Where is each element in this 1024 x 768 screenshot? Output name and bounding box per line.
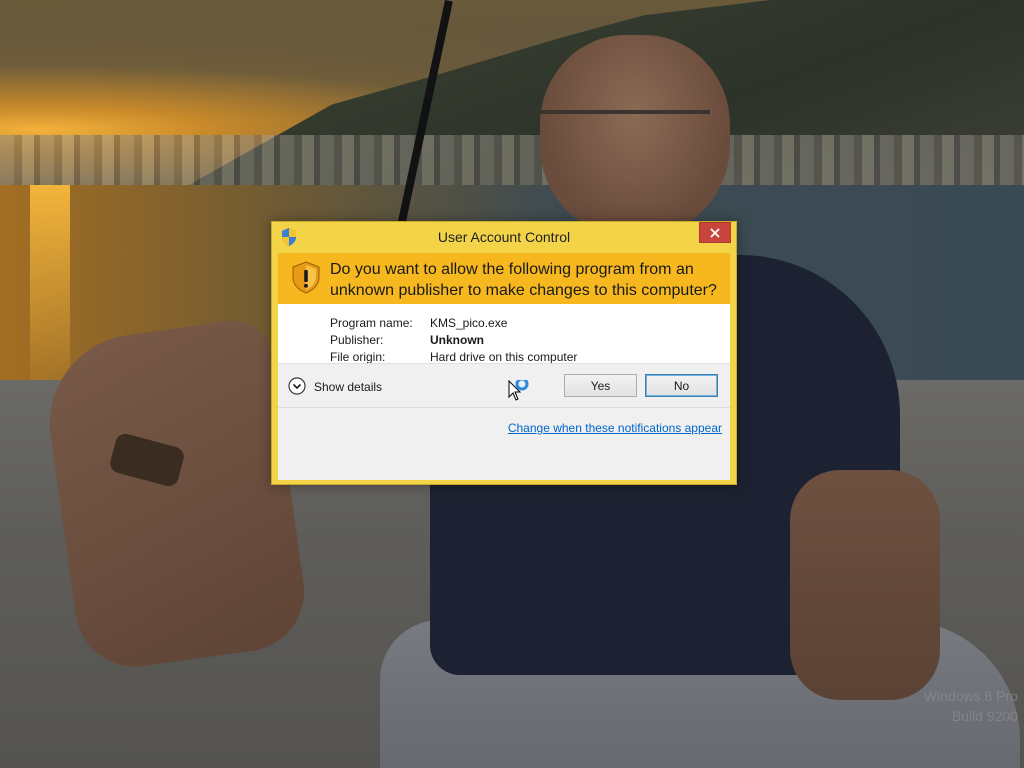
program-name-label: Program name: (330, 316, 413, 330)
chevron-down-icon (288, 377, 306, 395)
publisher-label: Publisher: (330, 333, 384, 347)
yes-button[interactable]: Yes (564, 374, 637, 397)
uac-dialog: User Account Control Do you want to allo… (271, 221, 737, 485)
sunglasses (540, 110, 710, 160)
watermark-edition: Windows 8 Pro (923, 688, 1018, 704)
divider (278, 407, 730, 408)
person-right-arm (790, 470, 940, 700)
sun-reflection (30, 185, 70, 405)
title-bar[interactable]: User Account Control (272, 222, 736, 252)
dialog-body: Do you want to allow the following progr… (278, 253, 730, 480)
close-icon (710, 228, 720, 238)
prompt-header: Do you want to allow the following progr… (278, 253, 730, 304)
change-notifications-link[interactable]: Change when these notifications appear (508, 421, 722, 435)
close-button[interactable] (699, 222, 731, 243)
warning-shield-icon (292, 261, 320, 294)
show-details-label: Show details (314, 380, 383, 394)
watermark-build: Build 9200 (951, 708, 1018, 724)
os-watermark: Windows 8 Pro Build 9200 (924, 686, 1018, 726)
publisher-value: Unknown (430, 333, 484, 347)
busy-pointer-icon (508, 380, 529, 401)
program-name-value: KMS_pico.exe (430, 316, 508, 330)
prompt-question: Do you want to allow the following progr… (330, 261, 717, 299)
no-button[interactable]: No (645, 374, 718, 397)
dialog-title: User Account Control (437, 229, 571, 245)
action-area: Show details Yes No Change when these no… (278, 363, 730, 480)
